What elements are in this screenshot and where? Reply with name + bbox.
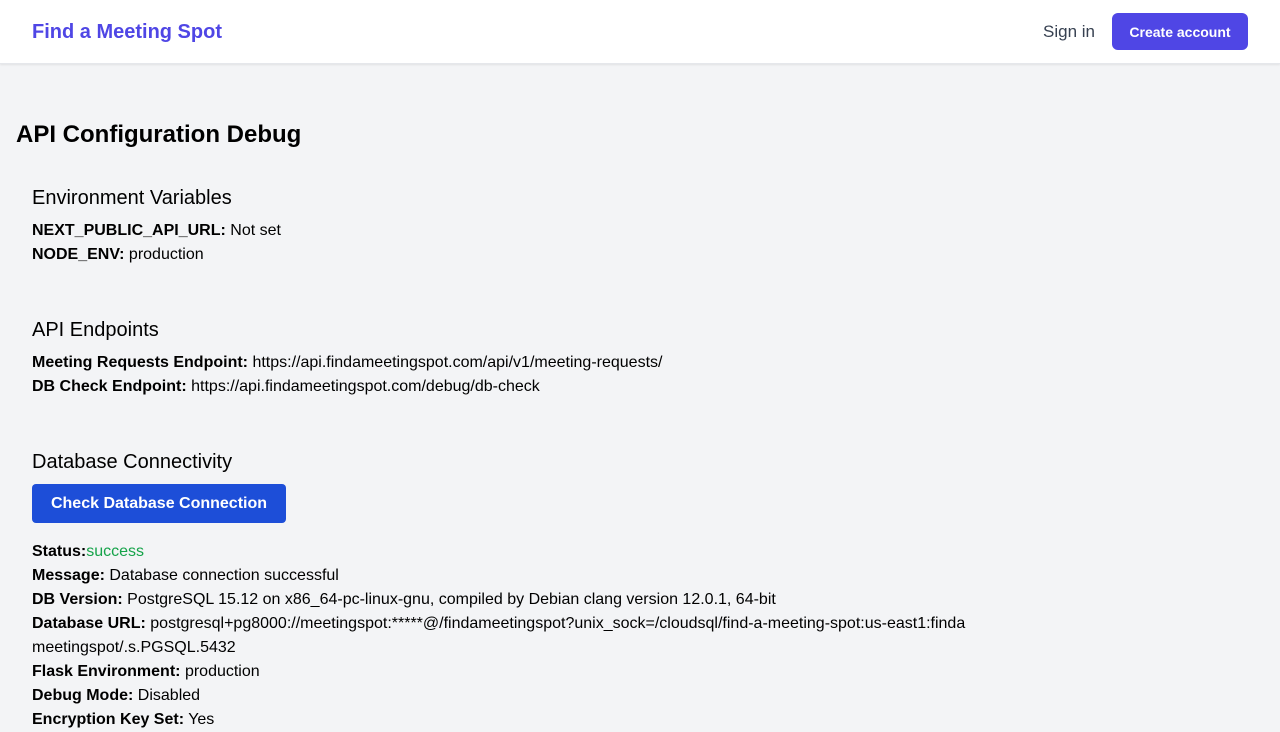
api-endpoints-section: API Endpoints Meeting Requests Endpoint:… — [32, 317, 1032, 399]
db-result-label: Message: — [32, 567, 105, 584]
sign-in-link[interactable]: Sign in — [1043, 20, 1095, 44]
database-connectivity-section: Database Connectivity Check Database Con… — [32, 449, 1032, 732]
db-status-value: success — [86, 543, 145, 560]
db-result-label: Debug Mode: — [32, 687, 134, 704]
debug-mode-row: Debug Mode: Disabled — [32, 684, 972, 708]
encryption-key-row: Encryption Key Set: Yes — [32, 708, 972, 732]
brand-logo-link[interactable]: Find a Meeting Spot — [32, 19, 222, 45]
database-check-results: Status:success Message: Database connect… — [32, 540, 972, 732]
db-result-label: Flask Environment: — [32, 663, 181, 680]
endpoint-value: https://api.findameetingspot.com/api/v1/… — [252, 354, 663, 371]
db-version-row: DB Version: PostgreSQL 15.12 on x86_64-p… — [32, 588, 972, 612]
page-title: API Configuration Debug — [16, 121, 302, 148]
db-result-label: DB Version: — [32, 591, 123, 608]
api-endpoints-list: Meeting Requests Endpoint: https://api.f… — [32, 351, 1032, 399]
env-value: Not set — [230, 222, 281, 239]
db-result-value: production — [184, 663, 260, 680]
db-result-value: postgresql+pg8000://meetingspot:*****@/f… — [32, 615, 966, 656]
top-navigation-bar: Find a Meeting Spot Sign in Create accou… — [0, 0, 1280, 64]
check-database-connection-button[interactable]: Check Database Connection — [32, 484, 286, 523]
endpoint-row-meeting-requests: Meeting Requests Endpoint: https://api.f… — [32, 351, 1032, 375]
endpoint-row-db-check: DB Check Endpoint: https://api.findameet… — [32, 375, 1032, 399]
env-label: NODE_ENV: — [32, 246, 125, 263]
db-status-label: Status: — [32, 543, 87, 560]
endpoint-value: https://api.findameetingspot.com/debug/d… — [191, 378, 540, 395]
db-url-row: Database URL: postgresql+pg8000://meetin… — [32, 612, 972, 660]
env-label: NEXT_PUBLIC_API_URL: — [32, 222, 226, 239]
db-result-value: Database connection successful — [109, 567, 339, 584]
environment-variables-heading: Environment Variables — [32, 187, 232, 209]
endpoint-label: DB Check Endpoint: — [32, 378, 187, 395]
db-result-label: Database URL: — [32, 615, 146, 632]
environment-variables-section: Environment Variables NEXT_PUBLIC_API_UR… — [32, 185, 1032, 267]
database-connectivity-heading: Database Connectivity — [32, 451, 233, 473]
db-result-value: Disabled — [137, 687, 201, 704]
env-row-node-env: NODE_ENV: production — [32, 243, 1032, 267]
db-message-row: Message: Database connection successful — [32, 564, 972, 588]
endpoint-label: Meeting Requests Endpoint: — [32, 354, 248, 371]
environment-variables-list: NEXT_PUBLIC_API_URL: Not set NODE_ENV: p… — [32, 219, 1032, 267]
create-account-button[interactable]: Create account — [1112, 13, 1248, 50]
env-row-api-url: NEXT_PUBLIC_API_URL: Not set — [32, 219, 1032, 243]
env-value: production — [128, 246, 204, 263]
db-status-row: Status:success — [32, 540, 972, 564]
flask-environment-row: Flask Environment: production — [32, 660, 972, 684]
db-result-value: PostgreSQL 15.12 on x86_64-pc-linux-gnu,… — [127, 591, 776, 608]
api-endpoints-heading: API Endpoints — [32, 319, 159, 341]
